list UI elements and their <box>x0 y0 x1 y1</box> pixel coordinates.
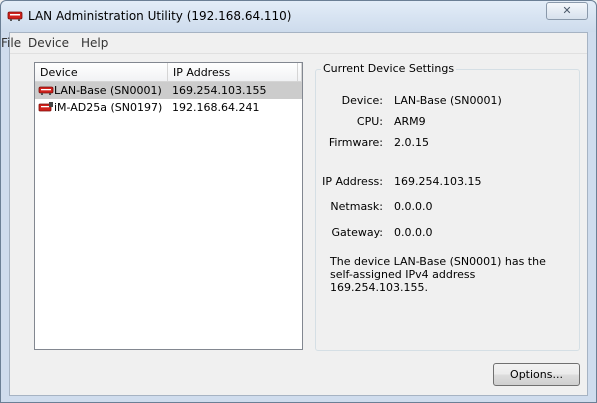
lan-device-icon <box>38 86 54 95</box>
netmask-value: 0.0.0.0 <box>394 200 433 213</box>
current-device-settings-group: Current Device Settings Device: LAN-Base… <box>315 62 580 351</box>
close-button[interactable]: ✕ <box>546 2 588 20</box>
menu-device[interactable]: Device <box>28 36 69 50</box>
netmask-label: Netmask: <box>330 200 383 213</box>
ip-address-value: 169.254.103.15 <box>394 175 482 188</box>
device-row[interactable]: iM-AD25a (SN0197) 192.168.64.241 <box>35 99 302 116</box>
ip-address-label: IP Address: <box>322 175 383 188</box>
device-list[interactable]: Device IP Address LAN-Base (SN0001) 169.… <box>34 62 303 350</box>
firmware-label: Firmware: <box>328 136 383 149</box>
lan-device-icon <box>7 11 23 21</box>
close-icon: ✕ <box>562 4 572 17</box>
column-header-device[interactable]: Device <box>35 63 168 82</box>
menu-help[interactable]: Help <box>81 36 108 50</box>
device-ip: 169.254.103.155 <box>172 84 267 97</box>
device-row[interactable]: LAN-Base (SN0001) 169.254.103.155 <box>35 82 302 99</box>
app-window: LAN Administration Utility (192.168.64.1… <box>0 0 597 403</box>
cpu-label: CPU: <box>356 115 383 128</box>
device-label: Device: <box>341 94 383 107</box>
device-ip: 192.168.64.241 <box>172 101 260 114</box>
options-button[interactable]: Options... <box>493 363 580 386</box>
column-header-ip-address[interactable]: IP Address <box>168 63 298 82</box>
network-device-icon <box>38 102 53 112</box>
firmware-value: 2.0.15 <box>394 136 429 149</box>
title-bar[interactable]: LAN Administration Utility (192.168.64.1… <box>1 1 596 32</box>
window-title: LAN Administration Utility (192.168.64.1… <box>28 9 292 23</box>
device-value: LAN-Base (SN0001) <box>394 94 502 107</box>
client-area: File Device Help Device IP Address LAN-B… <box>1 32 588 396</box>
group-title: Current Device Settings <box>321 62 457 75</box>
menu-bar: File Device Help <box>1 33 587 54</box>
gateway-label: Gateway: <box>331 226 384 239</box>
column-header-filler <box>298 63 302 82</box>
menu-file[interactable]: File <box>1 36 21 50</box>
status-message: The device LAN-Base (SN0001) has the sel… <box>330 255 546 294</box>
gateway-value: 0.0.0.0 <box>394 226 433 239</box>
cpu-value: ARM9 <box>394 115 426 128</box>
device-name: LAN-Base (SN0001) <box>54 84 162 97</box>
device-name: iM-AD25a (SN0197) <box>54 101 163 114</box>
